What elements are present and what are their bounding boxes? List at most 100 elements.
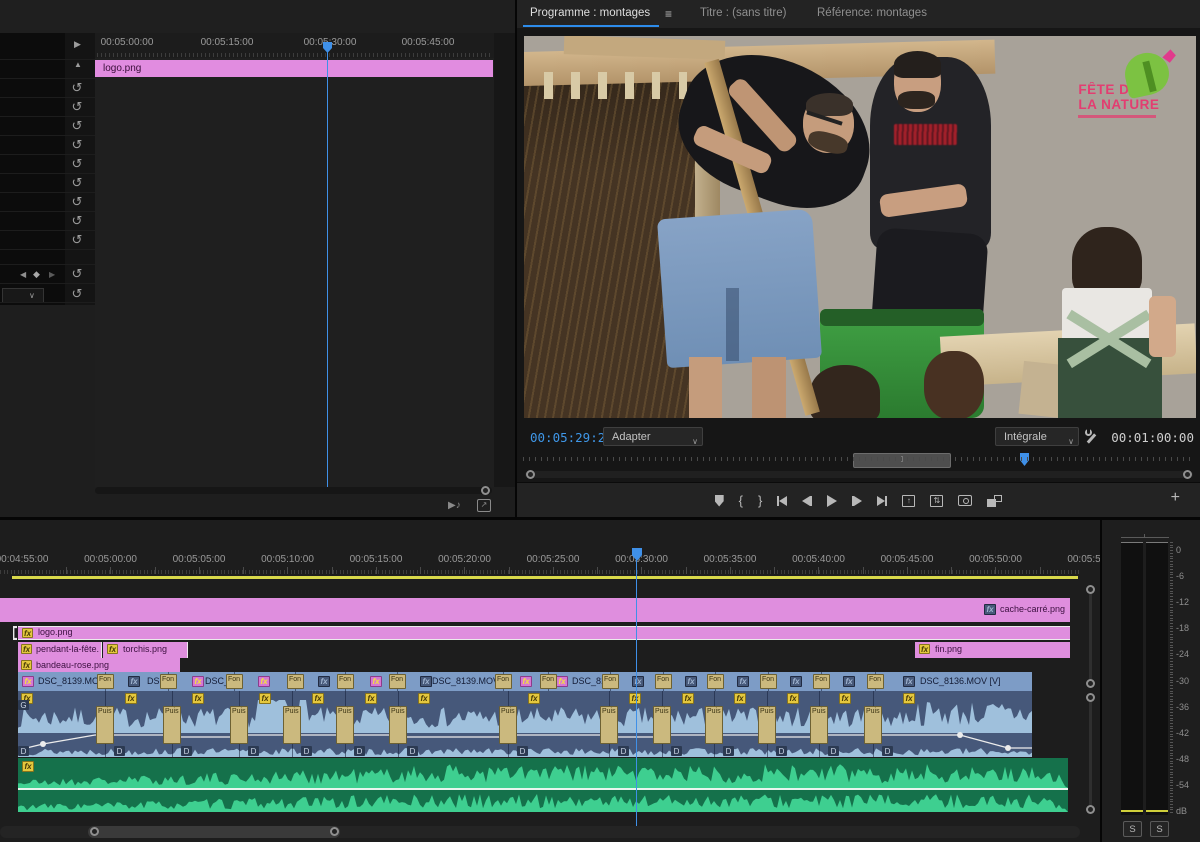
- fx-badge[interactable]: fx: [919, 644, 930, 654]
- video-track-v1[interactable]: DSC_8139.MOV [DSCDSC_DSC_8139.MOV [DSC_8…: [18, 672, 1032, 691]
- tab-programme[interactable]: Programme : montages: [530, 7, 650, 19]
- lift-icon[interactable]: ↑: [902, 493, 915, 509]
- effect-clip-bar[interactable]: logo.png: [95, 60, 493, 77]
- ruler-label[interactable]: 00:05:35:00: [704, 554, 757, 565]
- scrollbar-handle-right[interactable]: [1183, 470, 1192, 479]
- play-audio-icon[interactable]: ▶♪: [448, 500, 461, 511]
- collapse-icon[interactable]: ▲: [74, 60, 82, 69]
- video-transition[interactable]: Fon: [867, 674, 884, 689]
- timeline-playhead-line[interactable]: [636, 548, 637, 828]
- clip-torchis[interactable]: fx torchis.png: [103, 642, 188, 658]
- fx-badge[interactable]: fx: [629, 693, 641, 704]
- fx-badge[interactable]: fx: [528, 693, 540, 704]
- go-to-out-icon[interactable]: [877, 493, 887, 509]
- effect-horizontal-scrollbar[interactable]: [95, 487, 492, 494]
- fx-badge[interactable]: fx: [258, 676, 270, 687]
- clip-logo[interactable]: fx logo.png: [18, 626, 1070, 640]
- fx-badge[interactable]: fx: [128, 676, 140, 687]
- effect-panel-play-icon[interactable]: ▶: [74, 39, 81, 50]
- video-transition[interactable]: Fon: [540, 674, 557, 689]
- timeline-ruler[interactable]: 00:04:55:0000:05:00:0000:05:05:0000:05:1…: [0, 548, 1080, 576]
- ruler-label[interactable]: 00:05:20:00: [438, 554, 491, 565]
- fx-badge[interactable]: fx: [903, 676, 915, 687]
- audio-track-a1[interactable]: PuisPuisPuisPuisPuisPuisPuisPuisPuisPuis…: [18, 691, 1032, 757]
- vscroll-handle[interactable]: [1086, 693, 1095, 702]
- solo-button-left[interactable]: S: [1123, 821, 1142, 837]
- ruler-label[interactable]: 00:05:45:00: [881, 554, 934, 565]
- fx-badge[interactable]: fx: [192, 676, 204, 687]
- video-transition[interactable]: Fon: [97, 674, 114, 689]
- effect-option-dropdown[interactable]: ∨: [2, 288, 44, 303]
- fx-badge[interactable]: fx: [556, 676, 568, 687]
- video-transition[interactable]: Fon: [389, 674, 406, 689]
- video-transition[interactable]: Fon: [226, 674, 243, 689]
- export-icon[interactable]: ↗: [477, 499, 491, 512]
- fx-badge[interactable]: fx: [192, 693, 204, 704]
- video-vertical-scrollbar[interactable]: [1089, 589, 1092, 683]
- video-transition[interactable]: Fon: [760, 674, 777, 689]
- fx-badge[interactable]: fx: [259, 693, 271, 704]
- fx-badge[interactable]: fx: [903, 693, 915, 704]
- go-to-in-icon[interactable]: [777, 493, 787, 509]
- audio-transition[interactable]: Puis: [705, 706, 723, 744]
- video-transition[interactable]: Fon: [602, 674, 619, 689]
- audio-transition[interactable]: Puis: [653, 706, 671, 744]
- fx-badge[interactable]: fx: [520, 676, 532, 687]
- audio-transition[interactable]: Puis: [230, 706, 248, 744]
- current-timecode[interactable]: 00:05:29:22: [530, 430, 613, 445]
- audio-transition[interactable]: Puis: [499, 706, 517, 744]
- video-transition[interactable]: Fon: [707, 674, 724, 689]
- comparison-view-icon[interactable]: [987, 493, 1002, 509]
- video-transition[interactable]: Fon: [495, 674, 512, 689]
- video-preview[interactable]: FÊTE DE LA NATURE: [524, 36, 1196, 418]
- clip-bandeau-rose[interactable]: fx bandeau-rose.png: [18, 658, 180, 673]
- ruler-label[interactable]: 00:05:25:00: [527, 554, 580, 565]
- scrollbar-handle[interactable]: [481, 486, 490, 495]
- effect-timeline-ruler[interactable]: 00:05:00:0000:05:15:0000:05:30:0000:05:4…: [95, 33, 494, 59]
- ruler-label[interactable]: 00:04:55:00: [0, 554, 48, 565]
- export-frame-icon[interactable]: [958, 493, 972, 509]
- clip-fin[interactable]: fx fin.png: [915, 642, 1070, 658]
- next-keyframe-icon[interactable]: ▶: [49, 270, 55, 279]
- reset-parameter-icon[interactable]: ↺: [70, 267, 84, 280]
- audio-transition[interactable]: Puis: [389, 706, 407, 744]
- audio-transition[interactable]: Puis: [163, 706, 181, 744]
- monitor-mini-ruler[interactable]: ‖: [523, 452, 1195, 468]
- ruler-label[interactable]: 00:05:5: [1067, 554, 1100, 565]
- play-icon[interactable]: [827, 493, 837, 509]
- clip-pendant-la-fete[interactable]: fx pendant-la-fête.: [18, 642, 102, 658]
- audio-transition[interactable]: Puis: [336, 706, 354, 744]
- fx-badge[interactable]: fx: [632, 676, 644, 687]
- fx-badge[interactable]: fx: [318, 676, 330, 687]
- audio-transition[interactable]: Puis: [96, 706, 114, 744]
- step-back-icon[interactable]: [802, 493, 812, 509]
- audio-track-a2[interactable]: fx: [18, 758, 1068, 812]
- fx-badge[interactable]: fx: [682, 693, 694, 704]
- monitor-scrollbar[interactable]: [525, 471, 1193, 478]
- fx-badge[interactable]: fx: [839, 693, 851, 704]
- fx-badge[interactable]: fx: [843, 676, 855, 687]
- fx-badge[interactable]: fx: [365, 693, 377, 704]
- selection-handle[interactable]: [13, 626, 17, 640]
- audio-transition[interactable]: Puis: [600, 706, 618, 744]
- audio-vertical-scrollbar[interactable]: [1089, 697, 1092, 809]
- reset-parameter-icon[interactable]: ↺: [70, 119, 84, 132]
- vscroll-handle[interactable]: [1086, 805, 1095, 814]
- fx-badge[interactable]: fx: [107, 644, 118, 654]
- settings-wrench-icon[interactable]: [1083, 429, 1099, 445]
- scrollbar-handle-right[interactable]: [330, 827, 339, 836]
- ruler-label[interactable]: 00:05:15:00: [350, 554, 403, 565]
- fx-badge[interactable]: fx: [370, 676, 382, 687]
- fx-badge[interactable]: fx: [420, 676, 432, 687]
- fx-badge[interactable]: fx: [22, 628, 33, 638]
- scrollbar-handle-left[interactable]: [526, 470, 535, 479]
- previous-keyframe-icon[interactable]: ◀: [20, 270, 26, 279]
- reset-parameter-icon[interactable]: ↺: [70, 287, 84, 300]
- reset-parameter-icon[interactable]: ↺: [70, 233, 84, 246]
- video-transition[interactable]: Fon: [813, 674, 830, 689]
- effect-playhead-line[interactable]: [327, 42, 328, 488]
- tab-titre[interactable]: Titre : (sans titre): [700, 7, 786, 19]
- fx-badge[interactable]: fx: [312, 693, 324, 704]
- add-keyframe-icon[interactable]: ◆: [33, 269, 40, 280]
- reset-parameter-icon[interactable]: ↺: [70, 195, 84, 208]
